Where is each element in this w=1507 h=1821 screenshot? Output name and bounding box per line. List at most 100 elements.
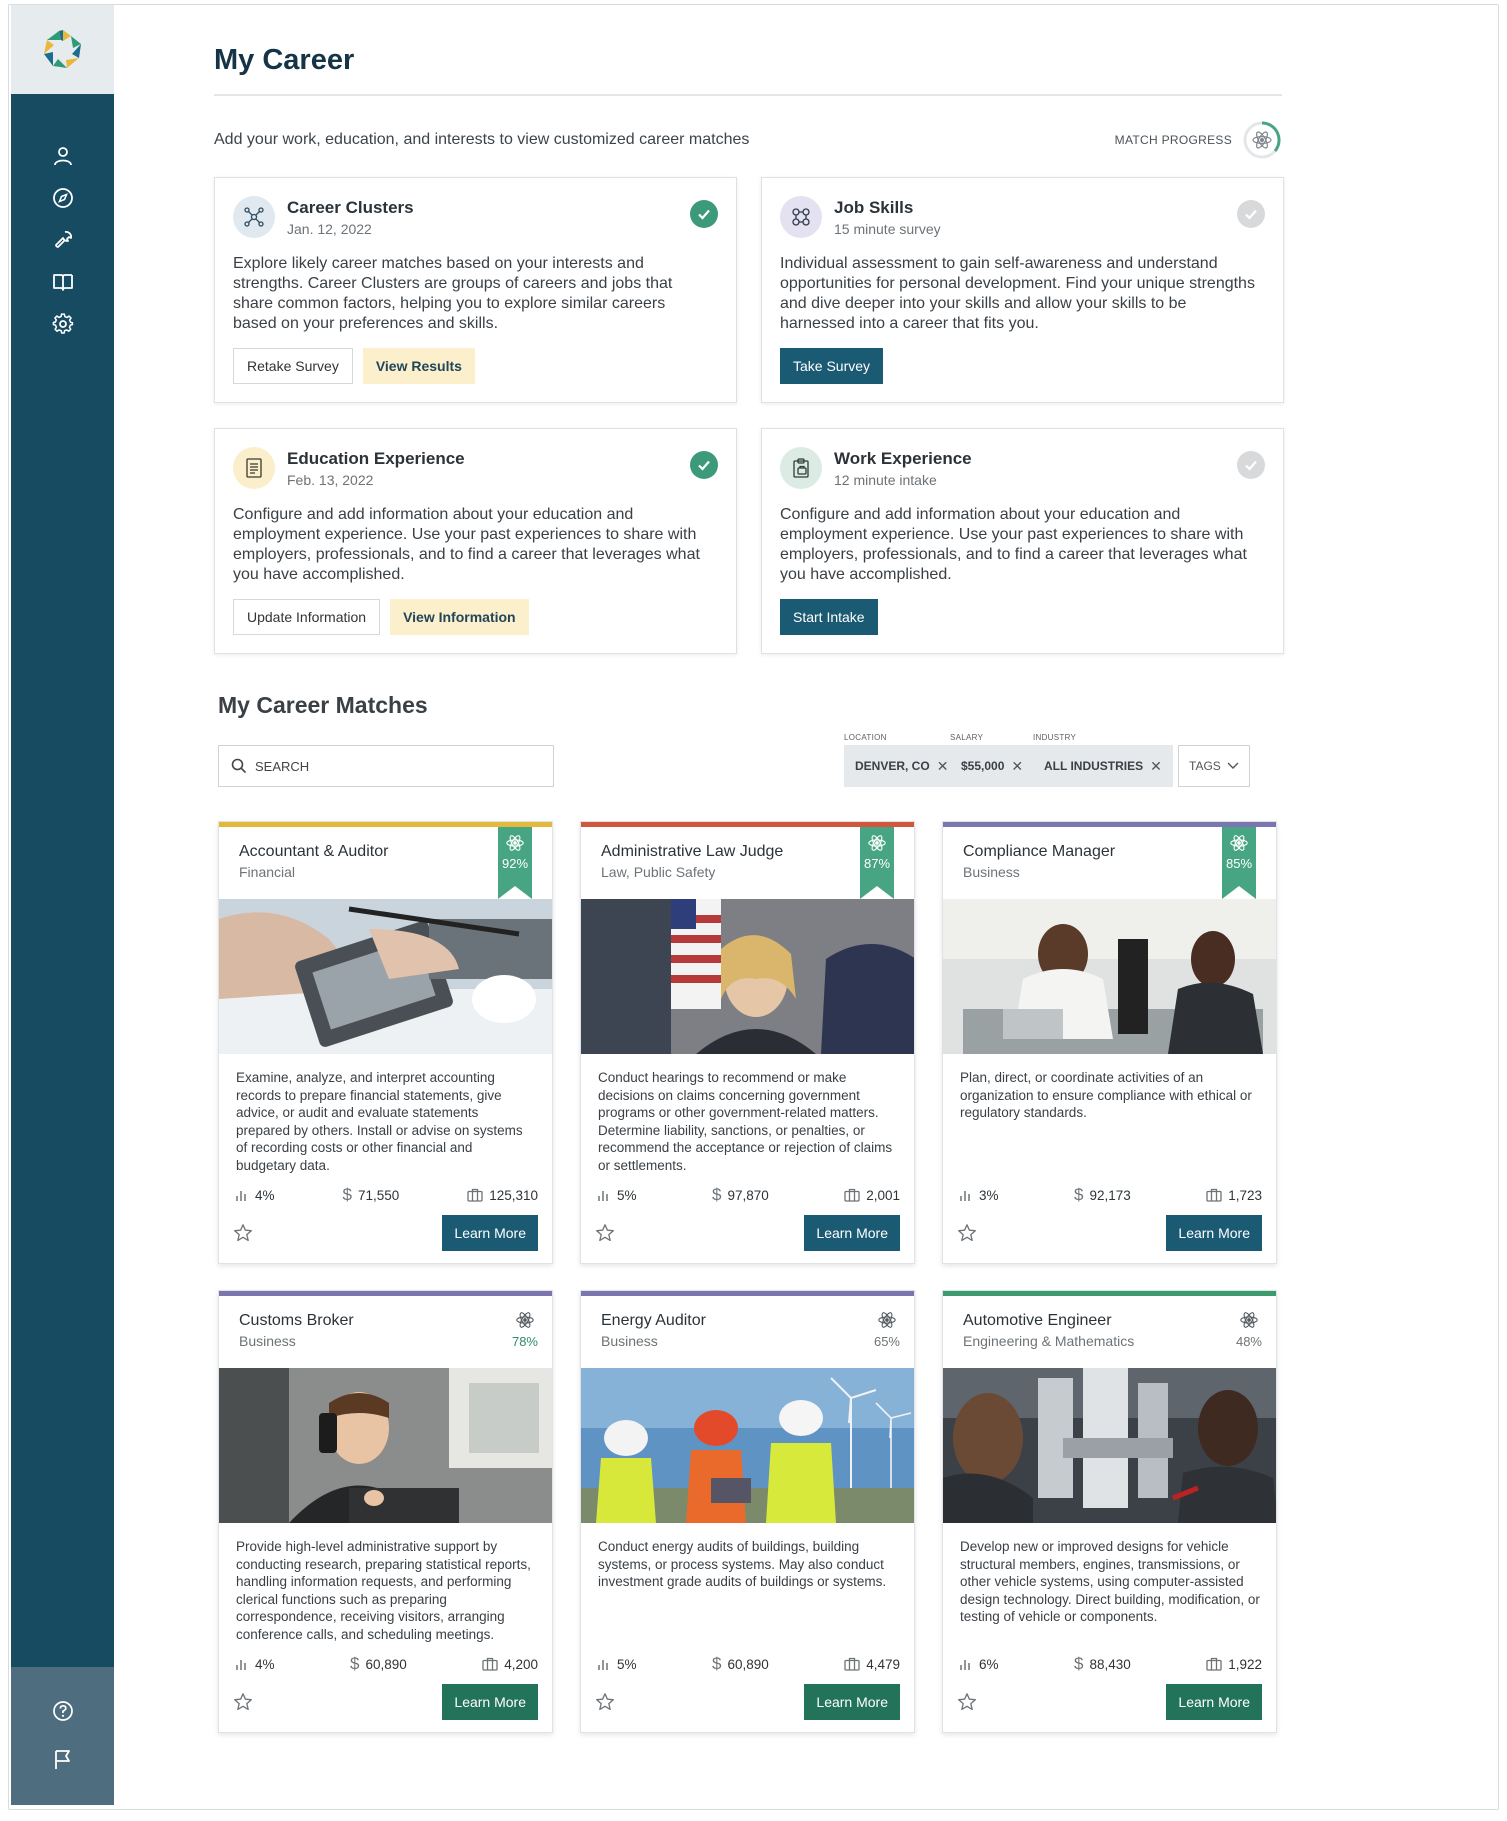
career-category: Law, Public Safety (601, 864, 716, 880)
update-information-button[interactable]: Update Information (233, 599, 381, 635)
career-card-compliance-manager[interactable]: Compliance Manager Business 85% Plan, di… (942, 821, 1277, 1264)
career-stats: 5% $97,870 2,001 (597, 1185, 900, 1205)
search-input[interactable] (255, 758, 535, 774)
career-category: Engineering & Mathematics (963, 1333, 1135, 1349)
learn-more-button[interactable]: Learn More (1166, 1684, 1262, 1720)
career-category: Business (601, 1333, 658, 1349)
salary-chip-value: $55,000 (961, 759, 1005, 773)
flag-icon (54, 1750, 70, 1769)
learn-more-button[interactable]: Learn More (804, 1684, 900, 1720)
growth-chart-icon (598, 1191, 608, 1201)
star-icon[interactable] (233, 1223, 253, 1243)
career-title: Customs Broker (239, 1312, 354, 1329)
dollar-icon: $ (342, 1185, 352, 1204)
match-progress: MATCH PROGRESS (1115, 120, 1282, 160)
career-image (581, 899, 914, 1054)
career-card-automotive-engineer[interactable]: Automotive Engineer Engineering & Mathem… (942, 1290, 1277, 1733)
match-percent: 92% (501, 856, 529, 871)
career-image (943, 899, 1276, 1054)
step-title: Work Experience (834, 449, 972, 468)
star-icon[interactable] (595, 1223, 615, 1243)
career-card-accountant-auditor[interactable]: Accountant & Auditor Financial 92% Exami… (218, 821, 553, 1264)
start-intake-button[interactable]: Start Intake (780, 599, 878, 635)
completed-check-icon (690, 200, 718, 228)
career-card-header: Customs Broker Business 78% (219, 1296, 552, 1368)
growth-rate: 4% (255, 1187, 275, 1203)
job-openings: 4,200 (504, 1656, 538, 1672)
industry-chip-value: ALL INDUSTRIES (1044, 759, 1144, 773)
pending-check-icon (1237, 451, 1265, 479)
growth-chart-icon (236, 1191, 246, 1201)
page-title: My Career (214, 44, 355, 76)
view-results-button[interactable]: View Results (362, 348, 475, 384)
learn-more-button[interactable]: Learn More (442, 1215, 538, 1251)
step-card-work: Work Experience 12 minute intake Configu… (761, 428, 1284, 654)
career-description: Develop new or improved designs for vehi… (960, 1539, 1260, 1624)
star-icon[interactable] (233, 1692, 253, 1712)
industry-chip[interactable]: ALL INDUSTRIES ✕ (1033, 745, 1173, 787)
dollar-icon: $ (1073, 1185, 1084, 1204)
location-chip-value: DENVER, CO (855, 759, 930, 773)
step-card-education: Education Experience Feb. 13, 2022 Confi… (214, 428, 737, 654)
close-icon[interactable]: ✕ (1150, 758, 1162, 775)
career-title: Compliance Manager (963, 843, 1116, 860)
career-card-header: Automotive Engineer Engineering & Mathem… (943, 1296, 1276, 1368)
match-ribbon: 92% (498, 827, 532, 899)
dollar-icon: $ (1073, 1654, 1084, 1673)
nav-report[interactable] (11, 1735, 114, 1783)
median-salary: 92,173 (1089, 1187, 1131, 1203)
growth-rate: 6% (979, 1656, 999, 1672)
learn-more-button[interactable]: Learn More (442, 1684, 538, 1720)
nav-help[interactable] (11, 1687, 114, 1735)
nav-explore[interactable] (11, 177, 114, 219)
step-duration: 12 minute intake (834, 472, 937, 488)
retake-survey-button[interactable]: Retake Survey (233, 348, 353, 384)
nav-learn[interactable] (11, 261, 114, 303)
sidebar (11, 5, 114, 1805)
close-icon[interactable]: ✕ (1011, 758, 1023, 775)
career-description: Provide high-level administrative suppor… (236, 1539, 531, 1642)
step-card-career-clusters: Career Clusters Jan. 12, 2022 Explore li… (214, 177, 737, 403)
learn-more-button[interactable]: Learn More (804, 1215, 900, 1251)
star-icon[interactable] (957, 1692, 977, 1712)
career-category: Business (963, 864, 1020, 880)
compass-icon (52, 188, 73, 208)
tags-dropdown[interactable]: TAGS (1178, 745, 1250, 787)
briefcase-icon (844, 1657, 860, 1671)
logo[interactable] (11, 5, 114, 94)
close-icon[interactable]: ✕ (937, 758, 949, 775)
location-chip[interactable]: DENVER, CO ✕ (844, 745, 960, 787)
tags-filter: TAGS (1178, 745, 1250, 787)
career-card-energy-auditor[interactable]: Energy Auditor Business 65% Conduct ener… (580, 1290, 915, 1733)
nav-settings[interactable] (11, 303, 114, 345)
career-title: Automotive Engineer (963, 1312, 1112, 1329)
match-ribbon: 87% (860, 827, 894, 899)
career-card-header: Administrative Law Judge Law, Public Saf… (581, 827, 914, 899)
dollar-icon: $ (349, 1654, 360, 1673)
take-survey-button[interactable]: Take Survey (780, 348, 884, 384)
step-description: Explore likely career matches based on y… (233, 255, 673, 332)
match-percent: 85% (1225, 856, 1253, 871)
career-card-customs-broker[interactable]: Customs Broker Business 78% Provide high… (218, 1290, 553, 1733)
filters-row: LOCATION DENVER, CO ✕ SALARY $55,000 ✕ IND… (214, 733, 1282, 787)
salary-chip[interactable]: $55,000 ✕ (950, 745, 1035, 787)
side-nav (11, 135, 114, 345)
nav-tools[interactable] (11, 219, 114, 261)
star-icon[interactable] (595, 1692, 615, 1712)
view-information-button[interactable]: View Information (390, 599, 529, 635)
learn-more-button[interactable]: Learn More (1166, 1215, 1262, 1251)
career-image (219, 899, 552, 1054)
growth-rate: 4% (255, 1656, 275, 1672)
match-indicator: 65% (874, 1310, 900, 1349)
nav-profile[interactable] (11, 135, 114, 177)
star-icon[interactable] (957, 1223, 977, 1243)
atom-icon (868, 835, 886, 851)
skills-icon (780, 196, 822, 238)
cluster-icon (233, 196, 275, 238)
career-card-administrative-law-judge[interactable]: Administrative Law Judge Law, Public Saf… (580, 821, 915, 1264)
job-openings: 125,310 (489, 1187, 538, 1203)
match-indicator: 78% (512, 1310, 538, 1349)
step-date: Jan. 12, 2022 (287, 221, 372, 237)
career-match-cards: Accountant & Auditor Financial 92% Exami… (218, 821, 1282, 1733)
user-icon (53, 147, 72, 166)
